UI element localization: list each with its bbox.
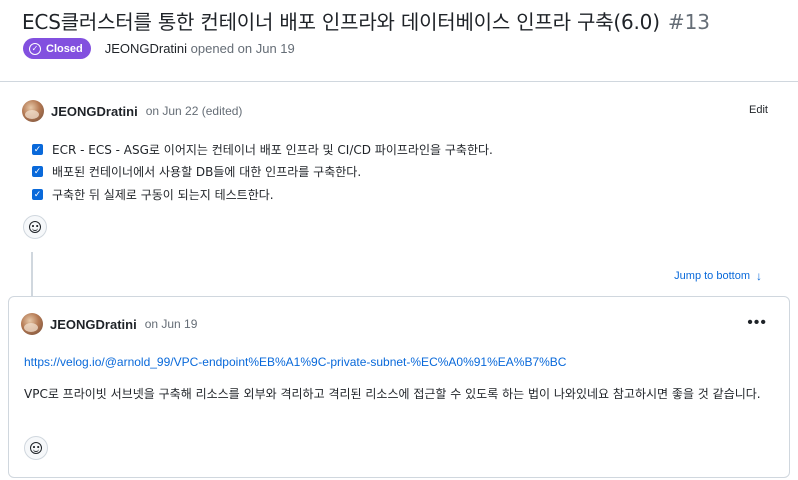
comment-author[interactable]: JEONGDratini <box>51 104 138 119</box>
reference-link[interactable]: https://velog.io/@arnold_99/VPC-endpoint… <box>24 355 566 369</box>
task-item: ✓ 구축한 뒤 실제로 구동이 되는지 테스트한다. <box>32 183 493 206</box>
issue-header: ECS클러스터를 통한 컨테이너 배포 인프라와 데이터베이스 인프라 구축(6… <box>0 0 798 82</box>
task-checkbox[interactable]: ✓ <box>32 143 43 155</box>
task-item: ✓ 배포된 컨테이너에서 사용할 DB들에 대한 인프라를 구축한다. <box>32 161 493 184</box>
task-checkbox[interactable]: ✓ <box>32 166 43 178</box>
task-text: 배포된 컨테이너에서 사용할 DB들에 대한 인프라를 구축한다. <box>52 165 362 180</box>
jump-to-bottom-link[interactable]: Jump to bottom ↓ <box>674 269 762 283</box>
add-reaction-button[interactable] <box>24 436 48 460</box>
avatar[interactable] <box>21 313 43 335</box>
comment-date[interactable]: on Jun 22 (edited) <box>146 104 243 118</box>
comment-date[interactable]: on Jun 19 <box>145 317 198 331</box>
task-list: ✓ ECR - ECS - ASG로 이어지는 컨테이너 배포 인프라 및 CI… <box>32 138 493 206</box>
avatar[interactable] <box>22 100 44 122</box>
issue-title: ECS클러스터를 통한 컨테이너 배포 인프라와 데이터베이스 인프라 구축(6… <box>22 10 660 34</box>
comment-header: JEONGDratini on Jun 22 (edited) <box>22 100 242 122</box>
jump-to-bottom-label: Jump to bottom <box>674 270 750 282</box>
issue-body-comment: JEONGDratini on Jun 22 (edited) Edit ✓ E… <box>10 92 798 252</box>
task-item: ✓ ECR - ECS - ASG로 이어지는 컨테이너 배포 인프라 및 CI… <box>32 138 493 161</box>
smiley-icon <box>29 221 41 233</box>
opened-text: opened on Jun 19 <box>190 41 295 56</box>
timeline-connector <box>31 250 33 296</box>
status-label: Closed <box>46 42 83 55</box>
task-checkbox[interactable]: ✓ <box>32 188 43 200</box>
comment-author[interactable]: JEONGDratini <box>50 317 137 332</box>
status-badge: ✓ Closed <box>23 38 91 59</box>
add-reaction-button[interactable] <box>23 215 47 239</box>
arrow-down-icon: ↓ <box>756 269 762 283</box>
check-circle-icon: ✓ <box>29 42 41 55</box>
comment-header: JEONGDratini on Jun 19 <box>21 313 197 335</box>
issue-opened-info: JEONGDratini opened on Jun 19 <box>105 41 295 56</box>
task-text: 구축한 뒤 실제로 구동이 되는지 테스트한다. <box>52 187 274 202</box>
task-text: ECR - ECS - ASG로 이어지는 컨테이너 배포 인프라 및 CI/C… <box>52 142 493 157</box>
edit-button[interactable]: Edit <box>749 104 768 116</box>
kebab-horizontal-icon[interactable]: ••• <box>747 315 767 331</box>
issue-meta: ✓ Closed JEONGDratini opened on Jun 19 <box>23 38 295 59</box>
comment-card: JEONGDratini on Jun 19 ••• https://velog… <box>8 296 790 478</box>
issue-author-link[interactable]: JEONGDratini <box>105 41 187 56</box>
comment-body: VPC로 프라이빗 서브넷을 구축해 리소스를 외부와 격리하고 격리된 리소스… <box>24 387 761 401</box>
issue-number: #13 <box>667 10 711 34</box>
issue-title-row: ECS클러스터를 통한 컨테이너 배포 인프라와 데이터베이스 인프라 구축(6… <box>22 6 710 35</box>
smiley-icon <box>30 442 42 454</box>
